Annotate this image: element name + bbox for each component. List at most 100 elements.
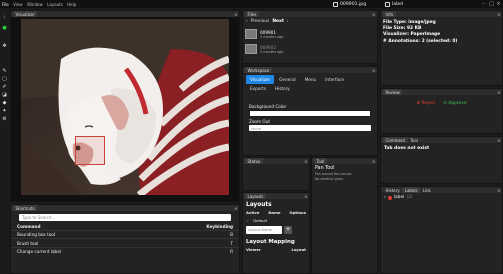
close-icon[interactable]: × <box>234 11 237 17</box>
list-item[interactable]: 009901 5 months ago <box>245 28 375 40</box>
table-row[interactable]: Change current label R <box>11 246 239 255</box>
tab-history[interactable]: History <box>383 187 402 193</box>
bounding-box-icon[interactable]: ▢ <box>2 77 7 82</box>
close-icon[interactable]: × <box>497 137 500 143</box>
pencil-icon[interactable]: ✎ <box>2 69 7 74</box>
list-item[interactable]: › label (2) <box>381 193 502 202</box>
shortcut-search-input[interactable]: Type to Search... <box>19 214 231 221</box>
minimize-icon[interactable]: – <box>481 1 486 7</box>
previous-button[interactable]: Previous <box>251 19 270 24</box>
next-button[interactable]: Next <box>272 19 284 24</box>
keybinding: R <box>230 248 233 254</box>
tool-shortcut: No shortcut given <box>315 176 344 181</box>
tab-visualizer[interactable]: Visualizer <box>13 11 38 17</box>
close-icon[interactable]: × <box>234 205 237 211</box>
tab-review[interactable]: Review <box>383 89 403 95</box>
tab-status[interactable]: Status <box>245 158 263 164</box>
workspace-tabs: Visualizer General Menu Interface <box>243 73 377 84</box>
tool-panel: Tool × Pan Tool Pan around the canvas No… <box>311 157 378 274</box>
tab-labels[interactable]: Labels <box>402 187 421 193</box>
visualizer-header: Visualizer × <box>11 11 239 17</box>
table-row[interactable]: ✓ Default <box>243 216 309 224</box>
tab-layouts[interactable]: Layouts <box>245 193 266 199</box>
close-icon[interactable]: × <box>304 158 307 164</box>
tab-comment[interactable]: Comment <box>383 137 408 143</box>
tab-tool[interactable]: Tool <box>314 158 327 164</box>
brush-icon[interactable]: ✐ <box>2 85 7 90</box>
tab-link[interactable]: Link <box>420 187 433 193</box>
menu-window[interactable]: Window <box>25 2 45 7</box>
labels-panel: History Labels Link × › label (2) <box>380 186 503 274</box>
approve-button[interactable]: ⊙ Approve <box>443 101 466 106</box>
tab-history[interactable]: History <box>271 85 294 94</box>
close-icon[interactable]: × <box>304 193 307 199</box>
tab-info[interactable]: Info <box>383 11 396 17</box>
workspace-header: Workspace × <box>243 67 377 73</box>
magic-wand-icon[interactable]: ✦ <box>2 109 7 114</box>
zoom-field[interactable]: zoom <box>249 124 371 132</box>
tab-workspace[interactable]: Workspace <box>245 67 272 73</box>
reject-button[interactable]: ⊗ Reject <box>416 101 435 106</box>
drag-handle-icon[interactable]: ⋮ <box>2 15 7 20</box>
menu-file[interactable]: File <box>0 2 11 7</box>
label-color-dot <box>387 195 392 200</box>
tab-shortcuts[interactable]: Shortcuts <box>13 205 38 211</box>
menu-view[interactable]: View <box>11 2 25 7</box>
previous-icon[interactable]: ‹ <box>246 19 248 24</box>
table-row[interactable]: Bounding box tool B <box>11 230 239 238</box>
image-canvas[interactable] <box>21 19 229 195</box>
close-icon[interactable]: × <box>497 187 500 193</box>
layout-mapping-title: Layout Mapping <box>246 239 295 245</box>
shortcuts-panel: Shortcuts × Type to Search... Command Ke… <box>10 204 240 274</box>
tab-visualizer-settings[interactable]: Visualizer <box>246 75 275 84</box>
tab-tool-secondary[interactable]: Tool <box>408 137 421 143</box>
close-icon[interactable]: × <box>372 67 375 73</box>
labels-header: History Labels Link × <box>381 187 502 193</box>
visualizer-panel: Visualizer × <box>10 10 240 202</box>
annotation-bounding-box[interactable] <box>75 136 105 165</box>
table-row[interactable]: Brush tool T <box>11 238 239 246</box>
fill-icon[interactable]: ◆ <box>2 101 7 106</box>
command-name: Change current label <box>17 248 61 254</box>
comment-panel: Comment Tool × Tab does not exist <box>380 136 503 184</box>
close-window-icon[interactable]: × <box>496 1 501 7</box>
settings-icon[interactable]: ⚙ <box>2 117 7 122</box>
file-thumbnail <box>245 29 257 39</box>
toolstrip: ⋮ ● ✥ ✎ ▢ ✐ ◪ ◆ ✦ ⚙ <box>0 8 10 274</box>
col-options: Options <box>289 210 306 215</box>
maximize-icon[interactable]: □ <box>489 1 494 7</box>
close-icon[interactable]: × <box>372 11 375 17</box>
comment-header: Comment Tool × <box>381 137 502 143</box>
info-body: File Type: image/jpeg File Size: 92 KB V… <box>381 17 502 48</box>
current-label[interactable]: label <box>385 0 403 8</box>
layouts-table-header: Active Name Options <box>243 209 309 216</box>
current-file: 009901.jpg <box>333 0 366 8</box>
close-icon[interactable]: × <box>497 11 500 17</box>
layout-name: Default <box>253 217 268 223</box>
active-check-icon[interactable]: ✓ <box>246 218 249 223</box>
menu-help[interactable]: Help <box>65 2 79 7</box>
file-meta: 5 months ago <box>260 34 284 39</box>
layout-name-input[interactable]: Layout Name <box>246 226 282 234</box>
label-icon <box>385 1 390 7</box>
add-icon[interactable]: ● <box>2 26 7 31</box>
list-item[interactable]: 009902 5 months ago <box>245 43 375 55</box>
comment-body: Tab does not exist <box>384 146 430 151</box>
tab-general[interactable]: General <box>275 75 300 84</box>
info-panel: Info × File Type: image/jpeg File Size: … <box>380 10 503 86</box>
next-icon[interactable]: › <box>287 19 289 24</box>
eraser-icon[interactable]: ◪ <box>2 93 7 98</box>
tab-exports[interactable]: Exports <box>246 85 270 94</box>
add-layout-button[interactable]: + <box>284 226 292 234</box>
chevron-right-icon[interactable]: › <box>384 195 386 200</box>
col-name: Name <box>268 210 281 215</box>
close-icon[interactable]: × <box>497 89 500 95</box>
menu-layouts[interactable]: Layouts <box>45 2 65 7</box>
tab-menu[interactable]: Menu <box>301 75 321 84</box>
pan-icon[interactable]: ✥ <box>2 44 7 49</box>
tab-files[interactable]: Files <box>245 11 259 17</box>
close-icon[interactable]: × <box>372 158 375 164</box>
shortcuts-table-header: Command Keybinding <box>11 223 239 230</box>
tab-interface[interactable]: Interface <box>321 75 348 84</box>
review-buttons: ⊗ Reject ⊙ Approve <box>381 101 502 106</box>
